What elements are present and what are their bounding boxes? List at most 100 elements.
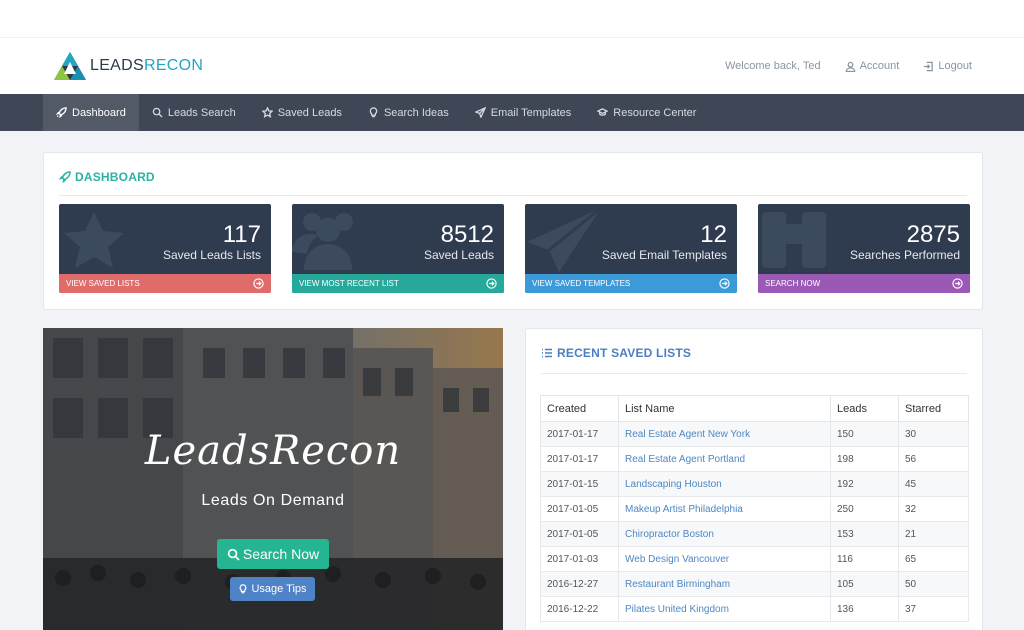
logout-link[interactable]: Logout	[923, 60, 972, 72]
starred-cell: 30	[898, 421, 969, 447]
created-cell: 2017-01-17	[540, 421, 619, 447]
table-row: 2017-01-17 Real Estate Agent Portland 198 5…	[540, 446, 969, 472]
table-header-row: Created List Name Leads Starred	[540, 395, 969, 422]
account-label: Account	[859, 60, 900, 72]
starred-cell: 50	[898, 571, 969, 597]
tile-value: 8512	[440, 221, 494, 248]
created-cell: 2017-01-17	[540, 446, 619, 472]
nav-label: Email Templates	[490, 106, 572, 119]
graduation-cap-icon	[597, 108, 609, 116]
nav-item-saved-leads[interactable]: Saved Leads	[249, 94, 355, 131]
created-cell: 2016-12-22	[540, 596, 619, 622]
divider	[59, 195, 967, 196]
recent-lists-panel: RECENT SAVED LISTS Created List Name Lea…	[525, 328, 983, 630]
table-row: 2017-01-17 Real Estate Agent New York 150 3…	[540, 421, 969, 447]
leads-cell: 250	[830, 496, 899, 522]
arrow-circle-right-icon	[719, 278, 730, 289]
welcome-text: Welcome back, Ted	[725, 60, 821, 72]
hero-title: LeadsRecon	[144, 428, 402, 474]
hero-subtitle: Leads On Demand	[201, 492, 345, 509]
users-icon	[292, 213, 353, 270]
table-row: 2017-01-05 Chiropractor Boston 153 21	[540, 521, 969, 547]
nav-label: Leads Search	[167, 106, 236, 119]
tile-value: 117	[222, 221, 261, 248]
list-name-link[interactable]: Restaurant Birmingham	[618, 571, 831, 597]
list-name-link[interactable]: Chiropractor Boston	[618, 521, 831, 547]
list-name-link[interactable]: Real Estate Agent New York	[618, 421, 831, 447]
search-icon	[227, 548, 240, 561]
usage-tips-button[interactable]: Usage Tips	[230, 577, 315, 601]
tile-email-templates: 12 Saved Email Templates VIEW SAVED TEMP…	[525, 204, 737, 293]
top-strip	[0, 0, 1024, 38]
column-header[interactable]: Leads	[830, 395, 899, 422]
view-saved-templates-link[interactable]: VIEW SAVED TEMPLATES	[525, 274, 737, 293]
nav-item-search-ideas[interactable]: Search Ideas	[355, 94, 462, 131]
rocket-icon	[59, 171, 71, 183]
logo[interactable]: LEADSRECON	[52, 50, 203, 82]
nav-label: Saved Leads	[277, 106, 342, 119]
recent-lists-table: Created List Name Leads Starred 2017-01-…	[540, 395, 969, 622]
nav-label: Dashboard	[72, 106, 126, 119]
leads-cell: 116	[830, 546, 899, 572]
list-name-link[interactable]: Landscaping Houston	[618, 471, 831, 497]
tile-action-label: VIEW SAVED TEMPLATES	[532, 279, 631, 288]
created-cell: 2016-12-27	[540, 571, 619, 597]
nav-item-leads-search[interactable]: Leads Search	[139, 94, 249, 131]
header: LEADSRECON Welcome back, Ted Account Log…	[0, 38, 1024, 94]
tile-label: Saved Leads	[423, 248, 494, 262]
nav-label: Resource Center	[613, 106, 697, 119]
list-icon	[542, 348, 552, 358]
tile-label: Searches Performed	[849, 248, 960, 262]
search-icon	[152, 107, 163, 118]
nav-label: Search Ideas	[383, 106, 449, 119]
table-row: 2016-12-27 Restaurant Birmingham 105 50	[540, 571, 969, 597]
usage-tips-label: Usage Tips	[251, 583, 307, 595]
list-name-link[interactable]: Makeup Artist Philadelphia	[618, 496, 831, 522]
leads-cell: 153	[830, 521, 899, 547]
starred-cell: 32	[898, 496, 969, 522]
tile-label: Saved Leads Lists	[162, 248, 261, 262]
view-saved-lists-link[interactable]: VIEW SAVED LISTS	[59, 274, 271, 293]
leads-cell: 136	[830, 596, 899, 622]
account-link[interactable]: Account	[845, 60, 900, 72]
starred-cell: 56	[898, 446, 969, 472]
dashboard-panel: DASHBOARD 117 Saved Leads Lists VIEW SAV…	[43, 152, 983, 310]
search-now-link[interactable]: SEARCH NOW	[758, 274, 970, 293]
created-cell: 2017-01-05	[540, 521, 619, 547]
logout-label: Logout	[938, 60, 972, 72]
nav-item-email-templates[interactable]: Email Templates	[462, 94, 585, 131]
created-cell: 2017-01-15	[540, 471, 619, 497]
starred-cell: 65	[898, 546, 969, 572]
paper-plane-icon	[527, 206, 602, 272]
recent-lists-title-text: RECENT SAVED LISTS	[557, 346, 692, 360]
nav-item-dashboard[interactable]: Dashboard	[43, 94, 139, 131]
star-icon	[261, 107, 273, 118]
tile-action-label: SEARCH NOW	[765, 279, 821, 288]
search-now-button[interactable]: Search Now	[217, 539, 329, 569]
leads-cell: 150	[830, 421, 899, 447]
view-most-recent-list-link[interactable]: VIEW MOST RECENT LIST	[292, 274, 504, 293]
column-header[interactable]: List Name	[618, 395, 831, 422]
divider	[541, 373, 967, 374]
table-row: 2017-01-03 Web Design Vancouver 116 65	[540, 546, 969, 572]
user-nav: Welcome back, Ted Account Logout	[701, 60, 972, 72]
list-name-link[interactable]: Pilates United Kingdom	[618, 596, 831, 622]
logout-icon	[924, 61, 934, 71]
nav-item-resource-center[interactable]: Resource Center	[584, 94, 709, 131]
column-header[interactable]: Created	[540, 395, 619, 422]
table-row: 2016-12-22 Pilates United Kingdom 136 37	[540, 596, 969, 622]
logo-triangle-icon	[54, 52, 86, 80]
arrow-circle-right-icon	[486, 278, 497, 289]
list-name-link[interactable]: Real Estate Agent Portland	[618, 446, 831, 472]
tile-saved-leads: 8512 Saved Leads VIEW MOST RECENT LIST	[292, 204, 504, 293]
created-cell: 2017-01-05	[540, 496, 619, 522]
leads-cell: 105	[830, 571, 899, 597]
column-header[interactable]: Starred	[898, 395, 969, 422]
dashboard-title-text: DASHBOARD	[75, 170, 155, 184]
tile-searches: 2875 Searches Performed SEARCH NOW	[758, 204, 970, 293]
list-name-link[interactable]: Web Design Vancouver	[618, 546, 831, 572]
tile-label: Saved Email Templates	[601, 248, 727, 262]
user-icon	[845, 61, 855, 72]
starred-cell: 37	[898, 596, 969, 622]
leads-cell: 192	[830, 471, 899, 497]
